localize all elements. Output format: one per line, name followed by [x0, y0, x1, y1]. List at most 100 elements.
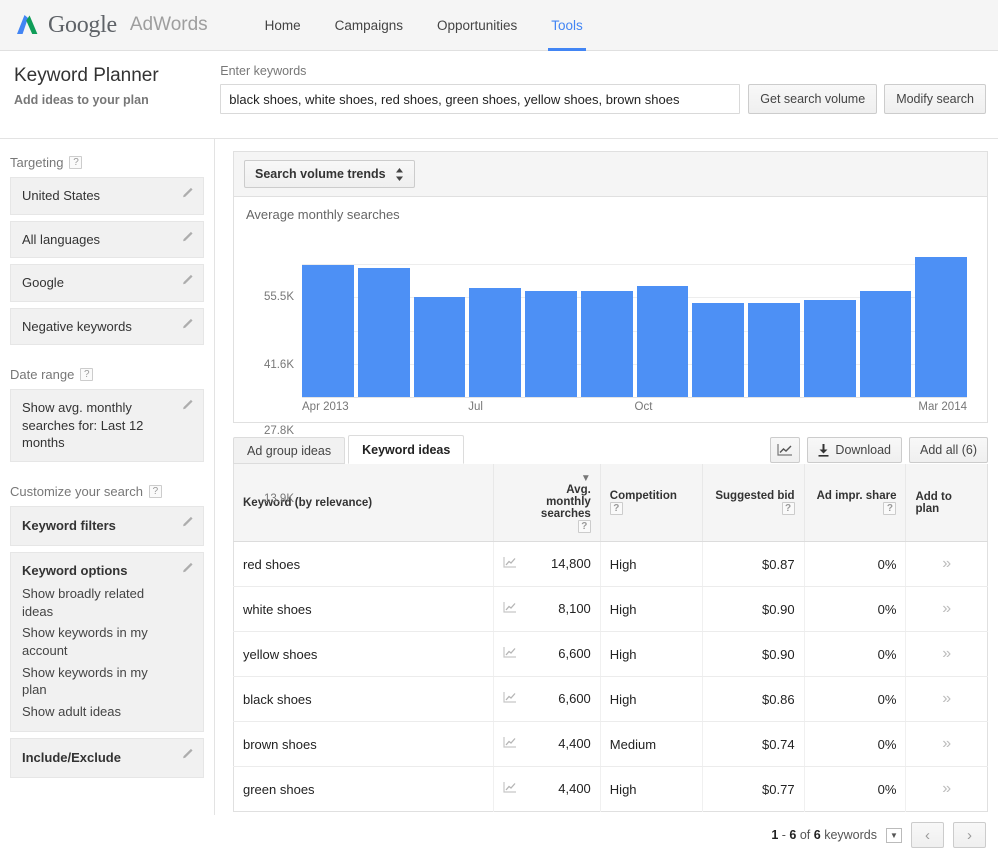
modify-search-button[interactable]: Modify search — [884, 84, 986, 114]
sidebar-item-keyword-options[interactable]: Keyword options Show broadly related ide… — [10, 551, 204, 733]
customize-help-icon[interactable]: ? — [148, 484, 162, 498]
sparkline-chart-icon[interactable] — [503, 601, 517, 614]
sparkline-chart-icon[interactable] — [503, 691, 517, 704]
chart-bar[interactable] — [413, 296, 466, 397]
keywords-input[interactable] — [220, 84, 741, 114]
table-row[interactable]: yellow shoes 6,600 High $0.90 0% » — [233, 631, 988, 677]
keyword-option-in-my-account[interactable]: Show keywords in my account — [22, 622, 175, 661]
chart-bar[interactable] — [748, 302, 800, 397]
double-chevron-right-icon[interactable]: » — [942, 645, 951, 662]
cell-add-to-plan[interactable]: » — [905, 541, 988, 587]
chart-bar[interactable] — [302, 265, 354, 397]
brand-logo-group[interactable]: Google AdWords — [14, 12, 208, 39]
sort-descending-caret-icon[interactable]: ▼ — [581, 473, 591, 484]
sparkline-chart-icon[interactable] — [503, 736, 517, 749]
column-header-ad-impr-share[interactable]: Ad impr. share ? — [804, 464, 907, 542]
sparkline-chart-icon[interactable] — [503, 781, 517, 794]
table-row[interactable]: white shoes 8,100 High $0.90 0% » — [233, 586, 988, 632]
cell-add-to-plan[interactable]: » — [905, 676, 988, 722]
sidebar-item-network[interactable]: Google — [10, 264, 204, 302]
download-button[interactable]: Download — [807, 437, 903, 463]
avg-monthly-searches-help-icon[interactable]: ? — [577, 520, 591, 533]
chart-bar[interactable] — [636, 285, 689, 397]
chart-bar[interactable] — [915, 256, 967, 397]
line-chart-icon — [777, 444, 793, 456]
add-all-button[interactable]: Add all (6) — [909, 437, 988, 463]
keyword-search-row: Get search volume Modify search — [220, 84, 986, 114]
sparkline-chart-icon[interactable] — [503, 556, 517, 569]
pencil-edit-icon — [183, 400, 193, 410]
table-row[interactable]: red shoes 14,800 High $0.87 0% » — [233, 541, 988, 587]
double-chevron-right-icon[interactable]: » — [942, 690, 951, 707]
enter-keywords-label: Enter keywords — [220, 64, 307, 78]
pagination-next-button[interactable]: › — [953, 822, 986, 848]
left-sidebar: Targeting ? United States All languages … — [0, 139, 215, 815]
cell-keyword: yellow shoes — [233, 631, 494, 677]
tab-keyword-ideas[interactable]: Keyword ideas — [348, 435, 465, 464]
nav-item-home[interactable]: Home — [248, 0, 318, 51]
double-chevron-right-icon[interactable]: » — [942, 735, 951, 752]
keyword-option-broadly-related[interactable]: Show broadly related ideas — [22, 583, 175, 622]
table-row[interactable]: brown shoes 4,400 Medium $0.74 0% » — [233, 721, 988, 767]
chart-plot-area: 55.5K 41.6K 27.8K 13.9K — [264, 230, 967, 505]
cell-add-to-plan[interactable]: » — [905, 586, 988, 632]
column-header-suggested-bid[interactable]: Suggested bid ? — [702, 464, 805, 542]
cell-ad-impr-share: 0% — [804, 631, 907, 677]
chart-bar[interactable] — [525, 290, 577, 397]
customize-section-label: Customize your search ? — [10, 484, 204, 499]
chart-view-button[interactable] — [770, 437, 801, 463]
chart-body: Average monthly searches 55.5K 41.6K 27.8K… — [234, 197, 987, 505]
cell-competition: High — [600, 766, 703, 812]
table-row[interactable]: black shoes 6,600 High $0.86 0% » — [233, 676, 988, 722]
table-body: red shoes 14,800 High $0.87 0%» white shoes 8,… — [233, 541, 988, 812]
keyword-option-in-my-plan[interactable]: Show keywords in my plan — [22, 662, 175, 701]
pencil-edit-icon — [183, 516, 193, 527]
pagination-range-start: 1 — [771, 828, 779, 842]
keyword-option-adult-ideas[interactable]: Show adult ideas — [22, 701, 175, 723]
pagination-prev-button[interactable]: ‹ — [911, 822, 944, 848]
cell-add-to-plan[interactable]: » — [905, 631, 988, 677]
targeting-help-icon[interactable]: ? — [69, 156, 83, 169]
pencil-edit-icon — [183, 187, 193, 198]
sparkline-chart-icon[interactable] — [503, 646, 517, 659]
cell-avg-monthly-searches: 4,400 — [493, 721, 601, 767]
cell-add-to-plan[interactable]: » — [905, 721, 988, 767]
cell-suggested-bid: $0.90 — [702, 631, 805, 677]
sidebar-item-date-range[interactable]: Show avg. monthly searches for: Last 12 … — [10, 389, 204, 462]
sidebar-item-negative-keywords[interactable]: Negative keywords — [10, 307, 204, 346]
nav-item-campaigns[interactable]: Campaigns — [318, 0, 420, 51]
ad-impr-share-help-icon[interactable]: ? — [883, 502, 897, 515]
pagination-dropdown-icon[interactable]: ▼ — [886, 827, 902, 843]
content-area: Targeting ? United States All languages … — [0, 139, 998, 848]
pencil-edit-icon — [183, 318, 193, 328]
tab-ad-group-ideas[interactable]: Ad group ideas — [233, 437, 346, 464]
cell-avg-monthly-searches: 6,600 — [493, 631, 601, 677]
nav-item-tools[interactable]: Tools — [534, 0, 600, 51]
keyword-ideas-table: Keyword (by relevance) ▼ Avg. monthly se… — [233, 464, 988, 812]
competition-help-icon[interactable]: ? — [609, 502, 623, 515]
chart-bar[interactable] — [692, 302, 744, 397]
column-header-avg-monthly-searches[interactable]: ▼ Avg. monthly searches ? — [493, 464, 601, 542]
chart-type-selector[interactable]: Search volume trends — [244, 160, 415, 188]
table-row[interactable]: green shoes 4,400 High $0.77 0% » — [233, 766, 988, 812]
sidebar-item-include-exclude[interactable]: Include/Exclude — [10, 738, 204, 779]
nav-item-opportunities[interactable]: Opportunities — [420, 0, 534, 51]
column-header-competition[interactable]: Competition ? — [600, 464, 703, 542]
date-range-help-icon[interactable]: ? — [80, 368, 94, 382]
chart-bar[interactable] — [859, 290, 912, 397]
cell-ad-impr-share: 0% — [804, 721, 907, 767]
double-chevron-right-icon[interactable]: » — [942, 780, 951, 797]
sidebar-item-languages[interactable]: All languages — [10, 220, 204, 259]
cell-add-to-plan[interactable]: » — [906, 767, 988, 812]
sidebar-item-location[interactable]: United States — [10, 177, 204, 215]
get-search-volume-button[interactable]: Get search volume — [748, 84, 878, 114]
double-chevron-right-icon[interactable]: » — [942, 555, 951, 572]
chart-bar[interactable] — [580, 291, 633, 397]
suggested-bid-help-icon[interactable]: ? — [781, 502, 795, 515]
chart-bar[interactable] — [469, 288, 521, 397]
sidebar-item-keyword-filters[interactable]: Keyword filters — [10, 505, 204, 546]
double-chevron-right-icon[interactable]: » — [942, 600, 951, 617]
chart-bar[interactable] — [357, 267, 410, 397]
chart-bar[interactable] — [803, 300, 856, 397]
